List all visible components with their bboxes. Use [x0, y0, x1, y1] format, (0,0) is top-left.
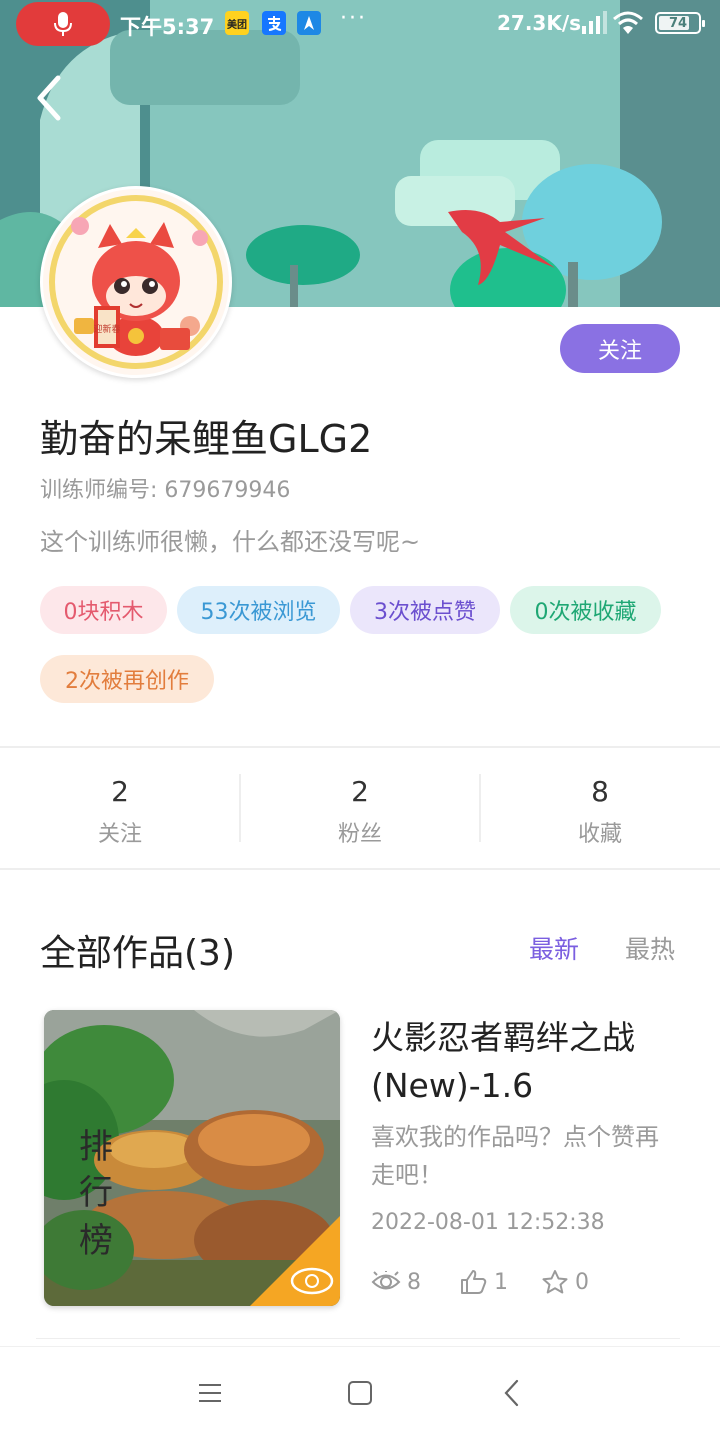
- follow-button[interactable]: 关注: [560, 324, 680, 373]
- network-speed: 27.3K/s: [497, 11, 582, 35]
- works-section-title: 全部作品(3): [40, 933, 235, 974]
- stat-favorites-count: 8: [591, 775, 609, 808]
- trainer-id: 训练师编号: 679679946: [40, 478, 291, 503]
- work-likes[interactable]: 1: [460, 1266, 508, 1298]
- eye-icon: [371, 1271, 401, 1290]
- tag-blocks: 0块积木: [40, 586, 167, 634]
- system-back-button[interactable]: [482, 1367, 542, 1419]
- work-thumbnail-image: 排 行 榜: [44, 1010, 340, 1306]
- stat-favorites-label: 收藏: [577, 822, 622, 847]
- sort-hottest-tab[interactable]: 最热: [625, 930, 675, 966]
- map-icon: [297, 11, 321, 35]
- stat-fans[interactable]: 2 粉丝: [240, 772, 480, 848]
- avatar-illustration: 迎新春: [43, 189, 229, 375]
- work-thumbnail[interactable]: 排 行 榜: [44, 1010, 340, 1306]
- work-date: 2022-08-01 12:52:38: [371, 1210, 605, 1235]
- alipay-icon: [262, 11, 286, 35]
- home-button[interactable]: [330, 1367, 390, 1419]
- tag-views: 53次被浏览: [177, 586, 340, 634]
- username: 勤奋的呆鲤鱼GLG2: [40, 417, 373, 461]
- back-arrow-icon: [504, 1379, 519, 1407]
- section-divider: [0, 746, 720, 748]
- stat-following-count: 2: [111, 775, 129, 808]
- stat-following[interactable]: 2 关注: [0, 772, 240, 848]
- menu-icon: [199, 1384, 221, 1402]
- section-divider: [0, 868, 720, 870]
- signal-icon: [582, 11, 607, 34]
- stat-fans-count: 2: [351, 775, 369, 808]
- menu-button[interactable]: [180, 1367, 240, 1419]
- thumbs-up-icon: [461, 1270, 487, 1294]
- stat-favorites[interactable]: 8 收藏: [480, 772, 720, 848]
- chevron-left-icon: [37, 75, 61, 121]
- status-time: 下午5:37: [120, 15, 215, 39]
- more-notifications-icon: ···: [340, 6, 367, 31]
- work-title[interactable]: 火影忍者羁绊之战(New)-1.6: [371, 1014, 691, 1110]
- sort-newest-tab[interactable]: 最新: [529, 930, 579, 966]
- work-views-count: 8: [407, 1269, 421, 1295]
- battery-icon: 74: [655, 12, 705, 34]
- list-divider: [36, 1338, 680, 1339]
- svg-text:排: 排: [79, 1127, 113, 1167]
- svg-text:迎新春: 迎新春: [93, 323, 120, 335]
- star-icon: [542, 1270, 568, 1294]
- tag-favorites: 0次被收藏: [510, 586, 661, 634]
- back-button[interactable]: [28, 70, 72, 126]
- work-views: 8: [371, 1266, 421, 1298]
- work-stars[interactable]: 0: [541, 1266, 589, 1298]
- microphone-icon: [54, 12, 72, 36]
- work-stars-count: 0: [575, 1269, 589, 1295]
- tag-remixes: 2次被再创作: [40, 655, 214, 703]
- wifi-icon: [613, 11, 643, 34]
- bio: 这个训练师很懒，什么都还没写呢~: [40, 528, 421, 556]
- svg-text:行: 行: [79, 1173, 113, 1213]
- work-description: 喜欢我的作品吗？点个赞再走吧！: [371, 1123, 659, 1189]
- system-nav-bar: [0, 1346, 720, 1440]
- avatar[interactable]: 迎新春: [40, 186, 232, 378]
- stat-fans-label: 粉丝: [337, 822, 382, 847]
- home-square-icon: [348, 1381, 372, 1405]
- work-likes-count: 1: [494, 1269, 508, 1295]
- tag-likes: 3次被点赞: [350, 586, 500, 634]
- meituan-icon: 美团: [225, 11, 249, 35]
- status-bar: 下午5:37 美团 ··· 27.3K/s 74: [0, 0, 720, 48]
- stat-following-label: 关注: [97, 822, 142, 847]
- voice-recording-indicator[interactable]: [16, 2, 110, 46]
- svg-text:榜: 榜: [79, 1221, 113, 1261]
